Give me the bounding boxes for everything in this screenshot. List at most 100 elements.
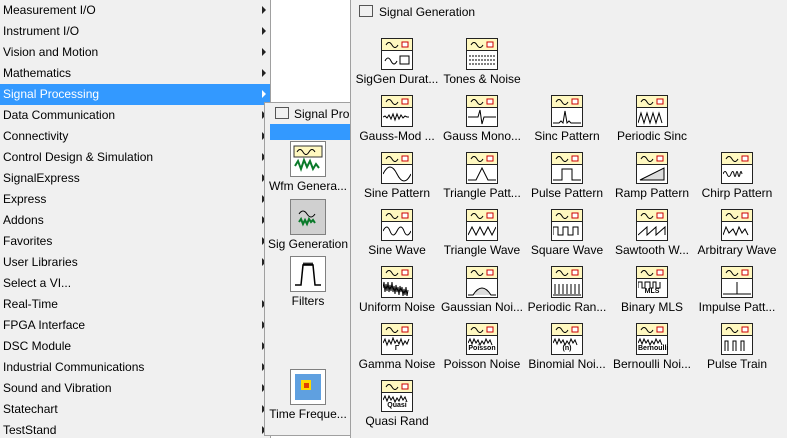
palette-item-gamma-noise[interactable]: Γ Gamma Noise [354,323,440,371]
palette-item-pulse-train[interactable]: Pulse Train [694,323,780,371]
chirp-pattern-icon [721,152,753,184]
menu-item-statechart[interactable]: Statechart [0,399,270,420]
subpalette-title: Signal Pro [294,107,350,121]
subpalette-item-waveform-generation[interactable]: Wfm Genera... [265,141,351,193]
subpalette-item-time-frequency[interactable]: Time Freque... [265,369,351,421]
subpalette-item-label: Sig Generation [267,237,349,251]
subpalette-item-signal-generation[interactable]: Sig Generation [265,199,351,251]
palette-item-triangle-pattern[interactable]: Triangle Patt... [439,152,525,200]
arbitrary-wave-icon [721,209,753,241]
submenu-arrow-icon [262,69,266,77]
palette-item-square-wave[interactable]: Square Wave [524,209,610,257]
palette-item-chirp-pattern[interactable]: Chirp Pattern [694,152,780,200]
menu-item-mathematics[interactable]: Mathematics [0,63,270,84]
menu-item-measurement-i-o[interactable]: Measurement I/O [0,0,270,21]
palette-item-label: Periodic Ran... [527,300,607,314]
subpalette-item-label: Time Freque... [269,407,347,421]
menu-item-favorites[interactable]: Favorites [0,231,270,252]
menu-item-express[interactable]: Express [0,189,270,210]
palette-item-label: Arbitrary Wave [697,243,777,257]
uniform-noise-icon [381,266,413,298]
menu-item-label: SignalExpress [3,171,80,185]
palette-item-label: Gauss-Mod ... [359,129,435,143]
menu-item-industrial-communications[interactable]: Industrial Communications [0,357,270,378]
palette-item-periodic-sinc[interactable]: Periodic Sinc [609,95,695,143]
pin-icon[interactable] [359,5,373,17]
menu-item-signal-processing[interactable]: Signal Processing [0,84,270,105]
menu-item-dsc-module[interactable]: DSC Module [0,336,270,357]
subpalette-item-filters[interactable]: Filters [265,256,351,308]
palette-item-label: Binary MLS [620,300,684,314]
subpalette-header[interactable]: Signal Pro [265,103,351,125]
palette-item-siggen-duration[interactable]: SigGen Durat... [354,38,440,86]
palette-item-periodic-random-noise[interactable]: Periodic Ran... [524,266,610,314]
palette-item-label: Gamma Noise [358,357,436,371]
menu-item-signalexpress[interactable]: SignalExpress [0,168,270,189]
palette-item-label: Square Wave [530,243,604,257]
palette-item-triangle-wave[interactable]: Triangle Wave [439,209,525,257]
menu-item-instrument-i-o[interactable]: Instrument I/O [0,21,270,42]
tones-noise-icon [466,38,498,70]
palette-item-sine-pattern[interactable]: Sine Pattern [354,152,440,200]
functions-menu: Measurement I/O Instrument I/O Vision and … [0,0,271,438]
submenu-arrow-icon [262,27,266,35]
submenu-arrow-icon [262,48,266,56]
menu-item-select-a-vi[interactable]: Select a VI... [0,273,270,294]
menu-gap [271,0,348,95]
palette-item-binomial-noise[interactable]: (n) Binomial Noi... [524,323,610,371]
palette-item-pulse-pattern[interactable]: Pulse Pattern [524,152,610,200]
menu-item-label: Real-Time [3,297,58,311]
menu-item-label: Control Design & Simulation [3,150,154,164]
palette-item-quasi-random[interactable]: Quasi Quasi Rand [354,380,440,428]
pulse-pattern-icon [551,152,583,184]
palette-item-ramp-pattern[interactable]: Ramp Pattern [609,152,695,200]
menu-item-data-communication[interactable]: Data Communication [0,105,270,126]
palette-item-poisson-noise[interactable]: Poisson Poisson Noise [439,323,525,371]
palette-item-binary-mls[interactable]: MLS Binary MLS [609,266,695,314]
subpalette-item-label: Filters [291,294,325,308]
sine-pattern-icon [381,152,413,184]
palette-item-bernoulli-noise[interactable]: Bernoulli Bernoulli Noi... [609,323,695,371]
gamma-noise-icon: Γ [381,323,413,355]
palette-item-label: Sine Wave [368,243,426,257]
menu-item-label: Addons [3,213,44,227]
palette-item-sinc-pattern[interactable]: Sinc Pattern [524,95,610,143]
menu-item-label: Data Communication [3,108,116,122]
palette-item-label: Gaussian Noi... [440,300,524,314]
palette-item-gauss-mono[interactable]: Gauss Mono... [439,95,525,143]
palette-item-tones-noise[interactable]: Tones & Noise [439,38,525,86]
sawtooth-wave-icon [636,209,668,241]
palette-item-gaussian-noise[interactable]: Gaussian Noi... [439,266,525,314]
palette-item-label: Ramp Pattern [614,186,690,200]
palette-item-uniform-noise[interactable]: Uniform Noise [354,266,440,314]
palette-item-label: Chirp Pattern [701,186,773,200]
pin-icon[interactable] [275,107,289,119]
menu-item-label: Mathematics [3,66,72,80]
menu-item-user-libraries[interactable]: User Libraries [0,252,270,273]
menu-item-label: Statechart [3,402,58,416]
menu-item-vision-and-motion[interactable]: Vision and Motion [0,42,270,63]
palette-item-sine-wave[interactable]: Sine Wave [354,209,440,257]
menu-item-addons[interactable]: Addons [0,210,270,231]
palette-item-arbitrary-wave[interactable]: Arbitrary Wave [694,209,780,257]
palette-item-impulse-pattern[interactable]: Impulse Patt... [694,266,780,314]
quasi-random-icon: Quasi [381,380,413,412]
subpalette-selection-bar [270,124,351,140]
menu-item-control-design-simulation[interactable]: Control Design & Simulation [0,147,270,168]
palette-item-sawtooth-wave[interactable]: Sawtooth W... [609,209,695,257]
palette-item-label: Quasi Rand [365,414,429,428]
palette-header[interactable]: Signal Generation [359,3,475,21]
menu-item-label: Connectivity [3,129,69,143]
menu-item-fpga-interface[interactable]: FPGA Interface [0,315,270,336]
palette-item-label: Sinc Pattern [534,129,600,143]
palette-item-gauss-mod[interactable]: Gauss-Mod ... [354,95,440,143]
menu-item-label: User Libraries [3,255,78,269]
impulse-pattern-icon [721,266,753,298]
menu-item-real-time[interactable]: Real-Time [0,294,270,315]
menu-item-sound-and-vibration[interactable]: Sound and Vibration [0,378,270,399]
palette-item-label: Triangle Wave [443,243,521,257]
menu-item-connectivity[interactable]: Connectivity [0,126,270,147]
pulse-train-icon [721,323,753,355]
icon-tag: Bernoulli [638,345,669,352]
menu-item-label: Select a VI... [3,276,72,290]
